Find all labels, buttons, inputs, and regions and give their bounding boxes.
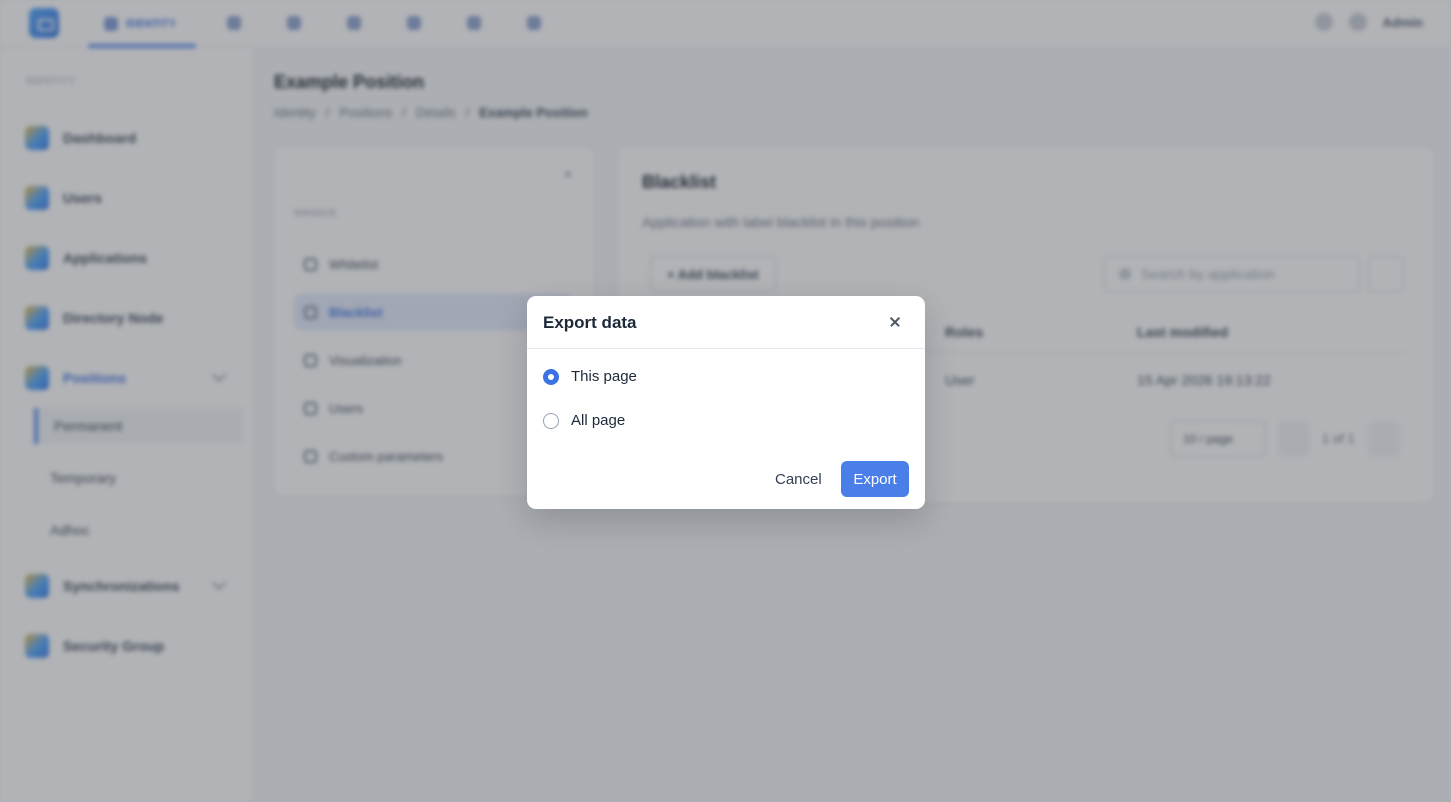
- cancel-button[interactable]: Cancel: [765, 461, 832, 497]
- option-all-page-label: All page: [571, 412, 626, 429]
- radio-this-page[interactable]: [543, 368, 559, 385]
- close-icon[interactable]: [885, 312, 905, 332]
- export-button[interactable]: Export: [841, 461, 909, 497]
- export-data-dialog: Export data This page All page Cancel Ex…: [527, 296, 925, 509]
- dialog-header: Export data: [527, 296, 925, 349]
- option-this-page[interactable]: This page: [543, 368, 637, 385]
- dialog-title: Export data: [543, 313, 637, 332]
- radio-all-page[interactable]: [543, 412, 559, 429]
- option-this-page-label: This page: [571, 368, 637, 385]
- option-all-page[interactable]: All page: [543, 412, 625, 429]
